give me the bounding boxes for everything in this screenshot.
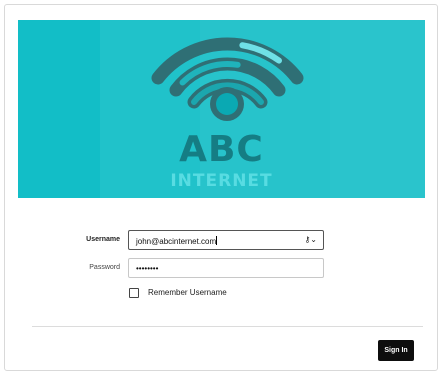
- remember-username-label[interactable]: Remember Username: [148, 288, 227, 297]
- password-label: Password: [89, 264, 120, 271]
- brand-name: ABC: [179, 129, 264, 170]
- sign-in-button[interactable]: Sign In: [378, 340, 414, 361]
- password-mask: ••••••••: [136, 264, 159, 273]
- remember-username-checkbox[interactable]: [129, 288, 139, 298]
- brand-subtitle: INTERNET: [170, 171, 273, 191]
- username-label: Username: [86, 236, 120, 243]
- text-caret: [216, 236, 218, 245]
- divider: [32, 326, 423, 327]
- key-dropdown-icon[interactable]: ⚷⌄: [304, 235, 317, 245]
- password-field[interactable]: ••••••••: [128, 258, 324, 278]
- username-field[interactable]: john@abcinternet.com ⚷⌄: [128, 230, 324, 250]
- username-value: john@abcinternet.com: [136, 237, 217, 246]
- brand-banner: ABC INTERNET: [18, 20, 425, 198]
